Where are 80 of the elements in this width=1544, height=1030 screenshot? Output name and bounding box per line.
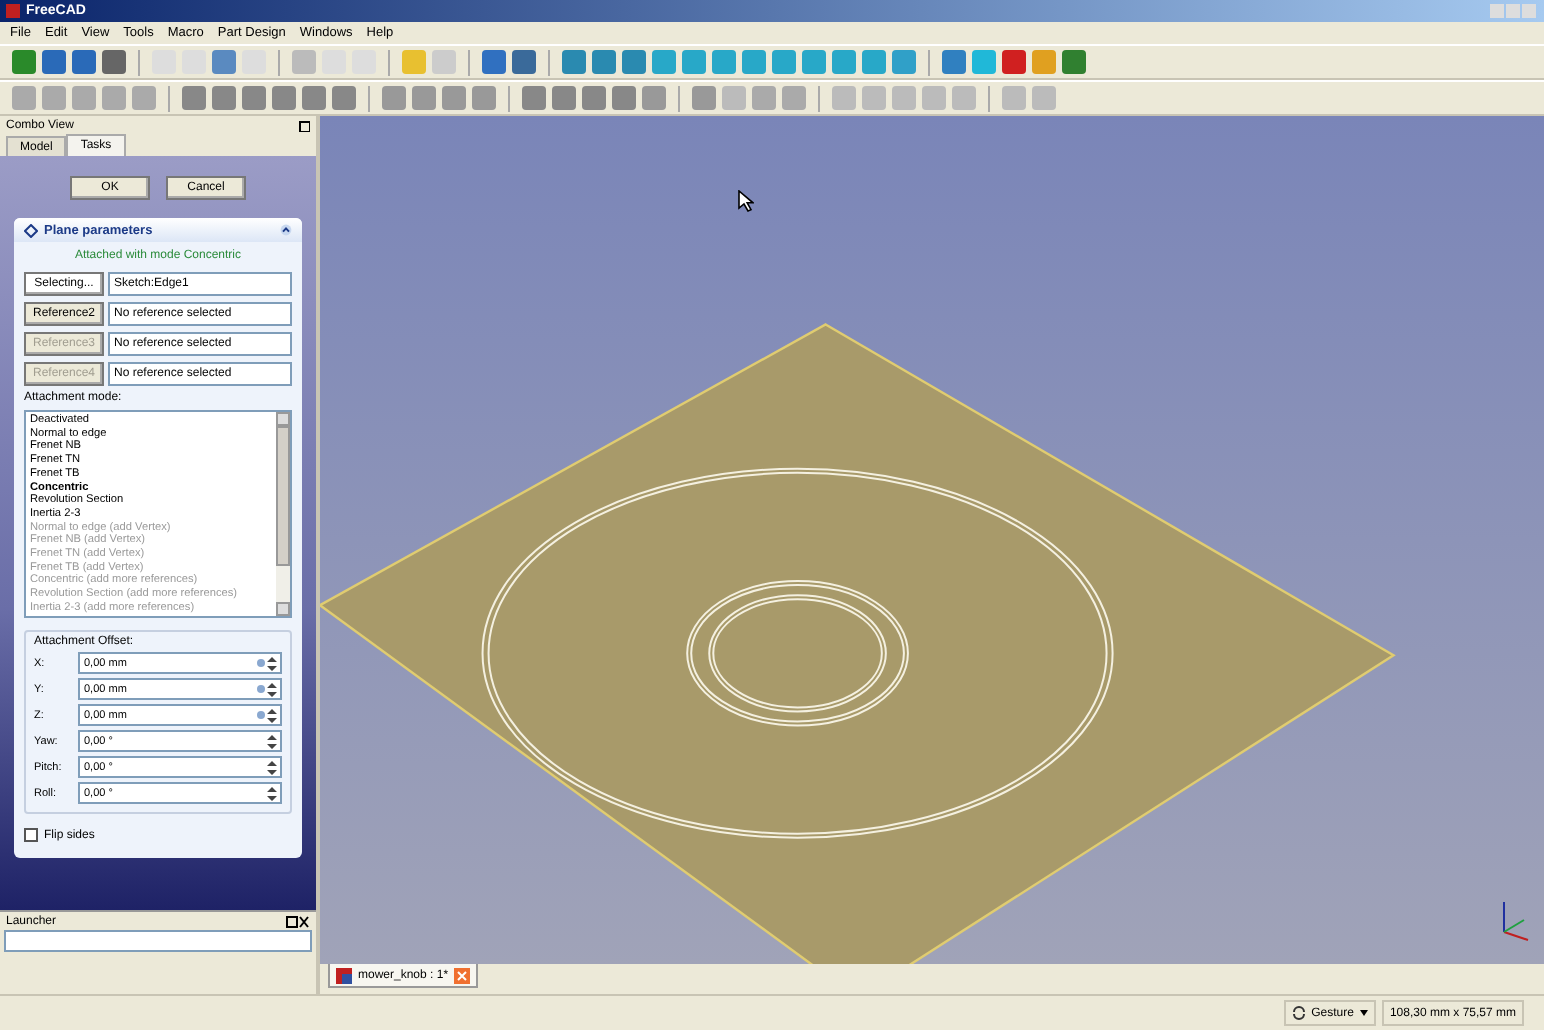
toolbar-tool-icon[interactable] — [132, 86, 156, 110]
toolbar-tool-icon[interactable] — [102, 50, 126, 74]
toolbar-tool-icon[interactable] — [72, 50, 96, 74]
toolbar-tool-icon[interactable] — [622, 50, 646, 74]
toolbar-tool-icon[interactable] — [272, 86, 296, 110]
toolbar-tool-icon[interactable] — [442, 86, 466, 110]
float-icon[interactable] — [298, 119, 310, 131]
spin-arrows-icon[interactable] — [266, 785, 278, 801]
spin-arrows-icon[interactable] — [266, 733, 278, 749]
toolbar-tool-icon[interactable] — [1002, 50, 1026, 74]
collapse-icon[interactable] — [280, 224, 292, 236]
launcher-input[interactable] — [4, 930, 312, 952]
toolbar-tool-icon[interactable] — [382, 86, 406, 110]
toolbar-tool-icon[interactable] — [522, 86, 546, 110]
toolbar-tool-icon[interactable] — [892, 86, 916, 110]
spin-arrows-icon[interactable] — [266, 655, 278, 671]
toolbar-tool-icon[interactable] — [292, 50, 316, 74]
toolbar-tool-icon[interactable] — [712, 50, 736, 74]
toolbar-tool-icon[interactable] — [472, 86, 496, 110]
toolbar-tool-icon[interactable] — [212, 50, 236, 74]
toolbar-tool-icon[interactable] — [432, 50, 456, 74]
mouse-cursor-icon — [738, 190, 754, 212]
toolbar-tool-icon[interactable] — [562, 50, 586, 74]
toolbar-tool-icon[interactable] — [482, 50, 506, 74]
toolbar-tool-icon[interactable] — [612, 86, 636, 110]
toolbar-tool-icon[interactable] — [802, 50, 826, 74]
toolbar-tool-icon[interactable] — [722, 86, 746, 110]
toolbar-tool-icon[interactable] — [402, 50, 426, 74]
toolbar-tool-icon[interactable] — [1032, 86, 1056, 110]
toolbar-tool-icon[interactable] — [682, 50, 706, 74]
toolbar-tool-icon[interactable] — [42, 86, 66, 110]
navigation-icon — [1291, 1006, 1306, 1020]
toolbar-tool-icon[interactable] — [12, 50, 36, 74]
toolbar-tool-icon[interactable] — [182, 86, 206, 110]
toolbar-tool-icon[interactable] — [772, 50, 796, 74]
toolbar-tool-icon[interactable] — [752, 86, 776, 110]
toolbar-tool-icon[interactable] — [642, 86, 666, 110]
toolbar-tool-icon[interactable] — [972, 50, 996, 74]
spin-arrows-icon[interactable] — [266, 681, 278, 697]
toolbar-tool-icon[interactable] — [512, 50, 536, 74]
toolbar-tool-icon[interactable] — [1032, 50, 1056, 74]
toolbar-tool-icon[interactable] — [412, 86, 436, 110]
toolbar-tool-icon[interactable] — [242, 86, 266, 110]
toolbar-tool-icon[interactable] — [302, 86, 326, 110]
close-icon[interactable] — [454, 967, 471, 983]
toolbar-tool-icon[interactable] — [332, 86, 356, 110]
window-controls-icon[interactable] — [1490, 3, 1538, 19]
toolbar-tool-icon[interactable] — [1062, 50, 1086, 74]
toolbar-tool-icon[interactable] — [862, 86, 886, 110]
toolbar-tool-icon[interactable] — [652, 50, 676, 74]
spin-arrows-icon[interactable] — [266, 707, 278, 723]
toolbar-tool-icon[interactable] — [592, 50, 616, 74]
toolbar-tool-icon[interactable] — [12, 86, 36, 110]
toolbar-tool-icon[interactable] — [862, 50, 886, 74]
toolbar-tool-icon[interactable] — [582, 86, 606, 110]
toolbar-tool-icon[interactable] — [552, 86, 576, 110]
diamond-icon — [24, 223, 38, 237]
3d-viewport[interactable] — [320, 116, 1544, 964]
toolbar-tool-icon[interactable] — [942, 50, 966, 74]
spin-arrows-icon[interactable] — [266, 759, 278, 775]
toolbar-tool-icon[interactable] — [742, 50, 766, 74]
checkbox[interactable] — [24, 828, 38, 842]
scrollbar[interactable] — [276, 412, 290, 616]
toolbar-tool-icon[interactable] — [892, 50, 916, 74]
toolbar-tool-icon[interactable] — [72, 86, 96, 110]
toolbar-tool-icon[interactable] — [212, 86, 236, 110]
toolbar-tool-icon[interactable] — [102, 86, 126, 110]
toolbar-tool-icon[interactable] — [922, 86, 946, 110]
dock-controls-icon[interactable] — [286, 915, 310, 927]
toolbar-tool-icon[interactable] — [42, 50, 66, 74]
toolbar-tool-icon[interactable] — [1002, 86, 1026, 110]
toolbar-tool-icon[interactable] — [952, 86, 976, 110]
toolbar-tool-icon[interactable] — [782, 86, 806, 110]
caret-icon — [1359, 1010, 1368, 1016]
attachment-mode-list[interactable] — [24, 410, 292, 618]
toolbar-tool-icon[interactable] — [692, 86, 716, 110]
document-icon — [336, 967, 352, 983]
app-logo-icon — [6, 4, 20, 18]
toolbar-tool-icon[interactable] — [832, 50, 856, 74]
toolbar-tool-icon[interactable] — [832, 86, 856, 110]
